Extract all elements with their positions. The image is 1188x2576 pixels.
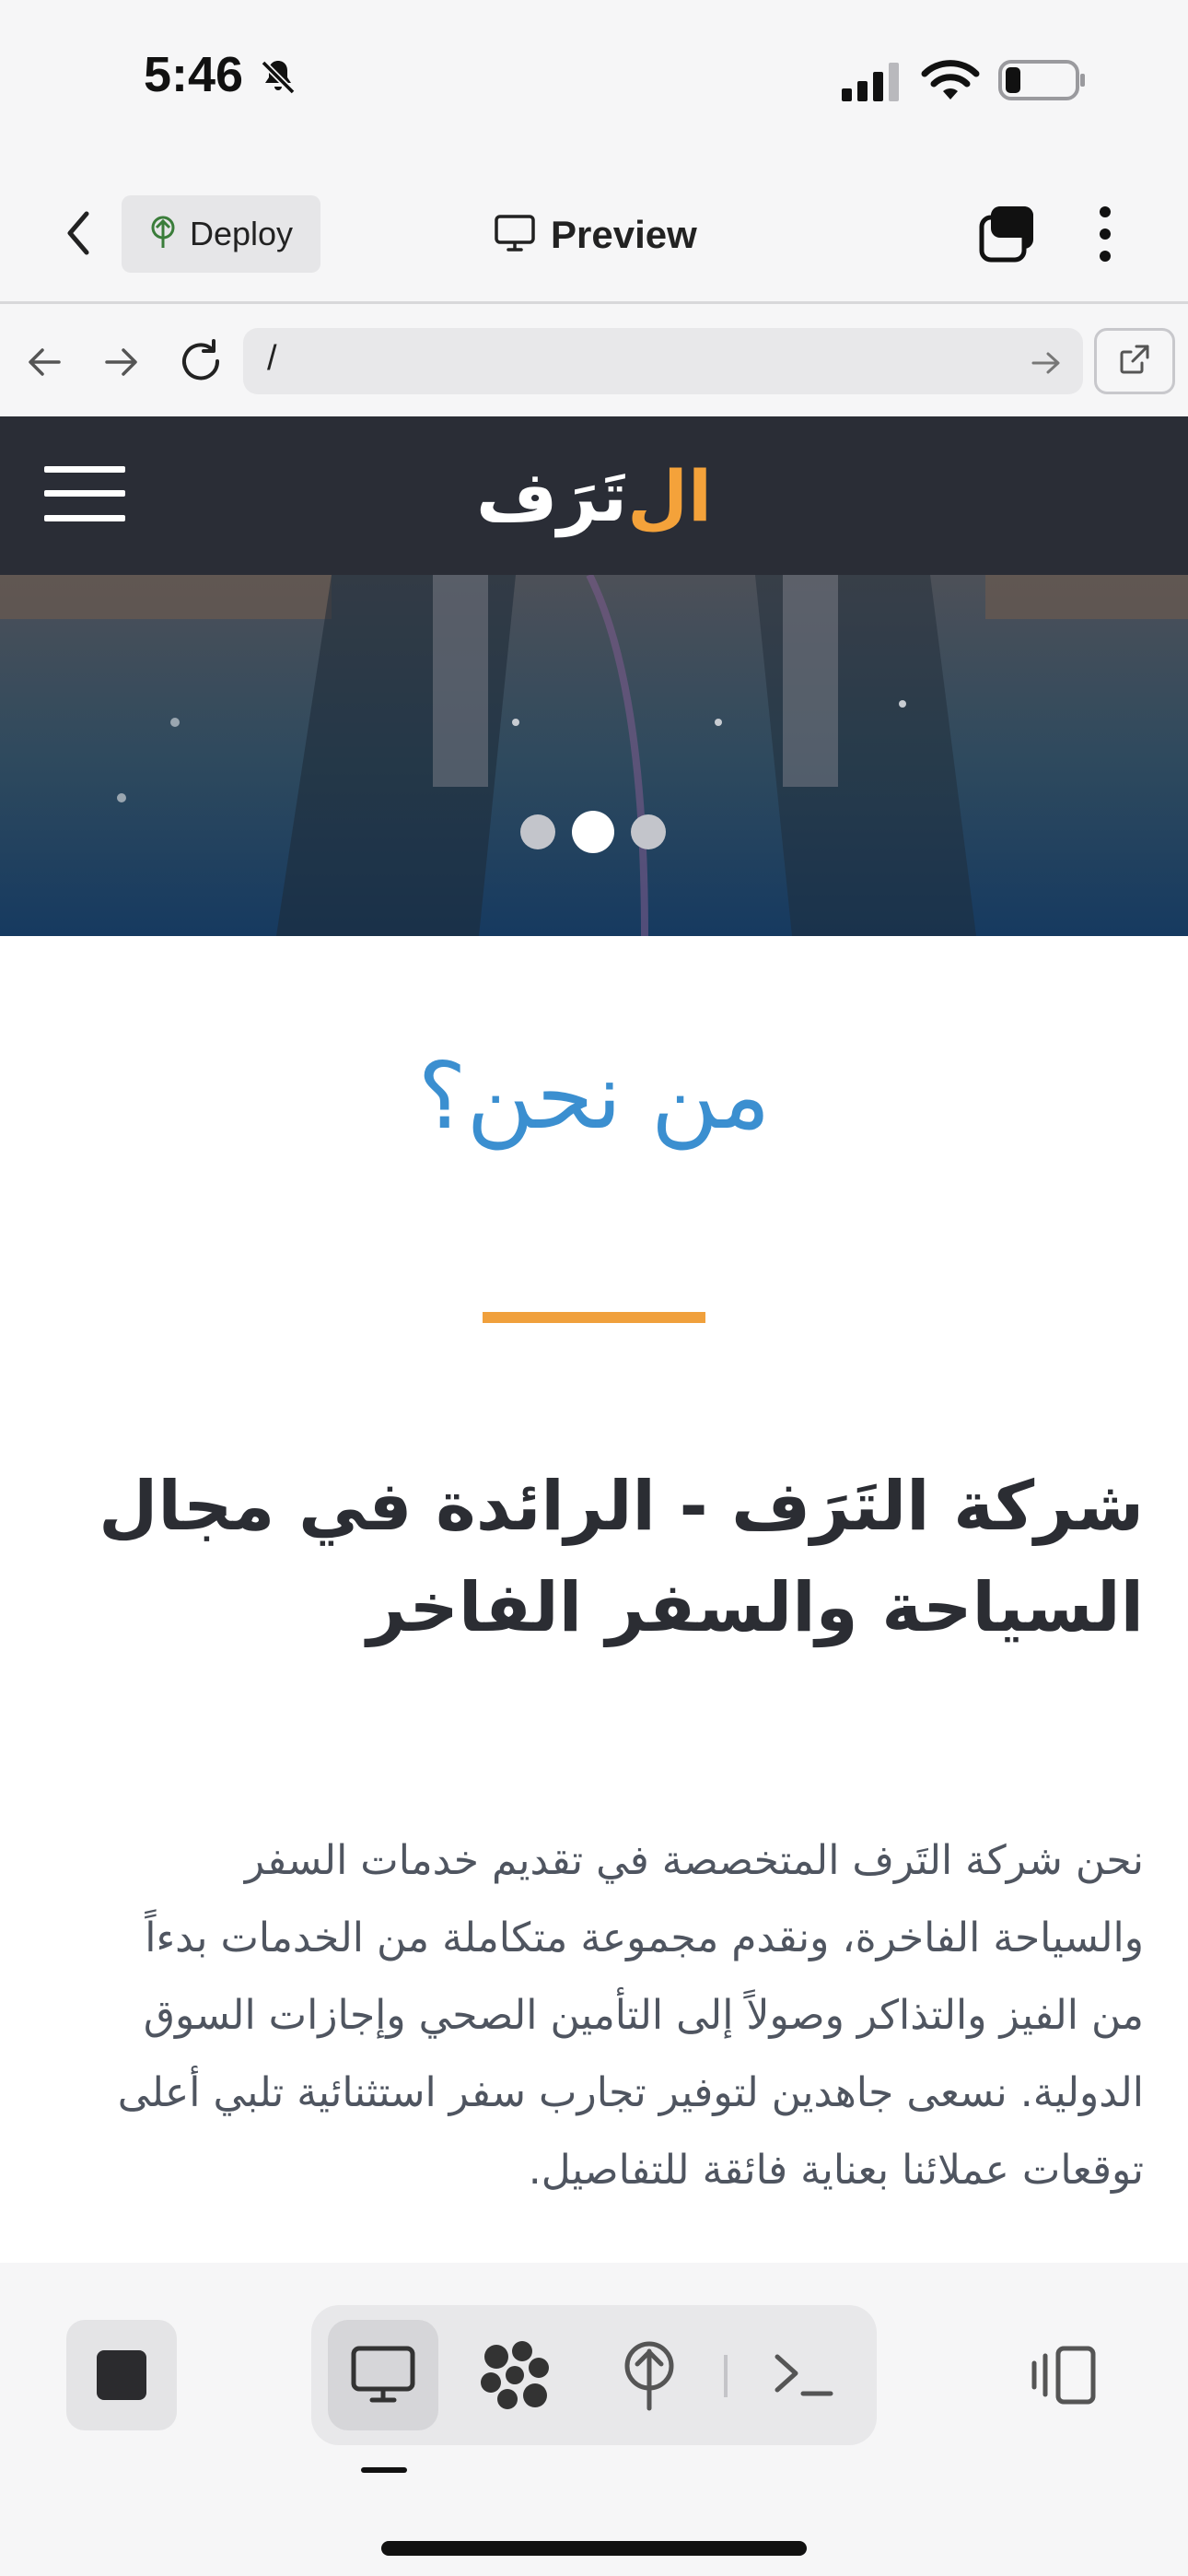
- workspace-icon[interactable]: [473, 2334, 556, 2417]
- deploy-icon: [147, 215, 179, 253]
- stop-icon: [97, 2350, 146, 2400]
- signal-icon: [840, 61, 903, 101]
- browser-forward-icon[interactable]: [98, 339, 144, 385]
- slider-dot[interactable]: [520, 814, 555, 849]
- slider-dots: [518, 809, 670, 855]
- slider-dot-active[interactable]: [572, 811, 614, 853]
- about-title: من نحن؟: [417, 1042, 771, 1150]
- desktop-icon: [342, 2334, 425, 2417]
- hero-slider[interactable]: [0, 575, 1188, 936]
- deploy-button[interactable]: Deploy: [122, 195, 320, 273]
- preview-title: Preview: [494, 203, 697, 267]
- logo-prefix: ال: [627, 454, 713, 537]
- more-menu-icon[interactable]: [1087, 205, 1124, 263]
- go-arrow-icon[interactable]: [1028, 345, 1065, 381]
- active-tab-indicator: [361, 2467, 407, 2473]
- device-rotate-icon[interactable]: [1024, 2334, 1107, 2417]
- deploy-label: Deploy: [190, 215, 294, 252]
- desktop-icon: [494, 214, 536, 256]
- logo-main: تَرَف: [475, 454, 628, 537]
- company-description: نحن شركة التَرف المتخصصة في تقديم خدمات …: [117, 1837, 1144, 2194]
- silent-mode-icon: [256, 55, 300, 100]
- deploy-icon[interactable]: [608, 2334, 691, 2417]
- home-indicator[interactable]: [381, 2541, 807, 2556]
- reload-icon[interactable]: [175, 335, 227, 387]
- url-text: /: [267, 339, 277, 378]
- status-time: 5:46: [144, 47, 244, 102]
- hero-image: [0, 575, 1188, 936]
- tabs-icon[interactable]: [976, 203, 1039, 265]
- back-icon[interactable]: [55, 205, 103, 262]
- terminal-icon[interactable]: [763, 2334, 845, 2417]
- stop-button[interactable]: [66, 2320, 177, 2430]
- site-logo[interactable]: ال تَرَف: [0, 416, 1188, 575]
- browser-back-icon[interactable]: [22, 339, 68, 385]
- battery-icon: [998, 59, 1087, 101]
- external-link-icon: [1116, 341, 1153, 381]
- company-heading: شركة التَرَف - الرائدة في مجال السياحة و…: [99, 1467, 1144, 1647]
- open-external-button[interactable]: [1094, 328, 1175, 394]
- title-underline: [483, 1312, 705, 1323]
- slider-dot[interactable]: [631, 814, 666, 849]
- wifi-icon: [921, 57, 980, 103]
- url-input[interactable]: [243, 328, 1083, 394]
- preview-label: Preview: [551, 213, 697, 256]
- toolbar-divider: [724, 2355, 728, 2397]
